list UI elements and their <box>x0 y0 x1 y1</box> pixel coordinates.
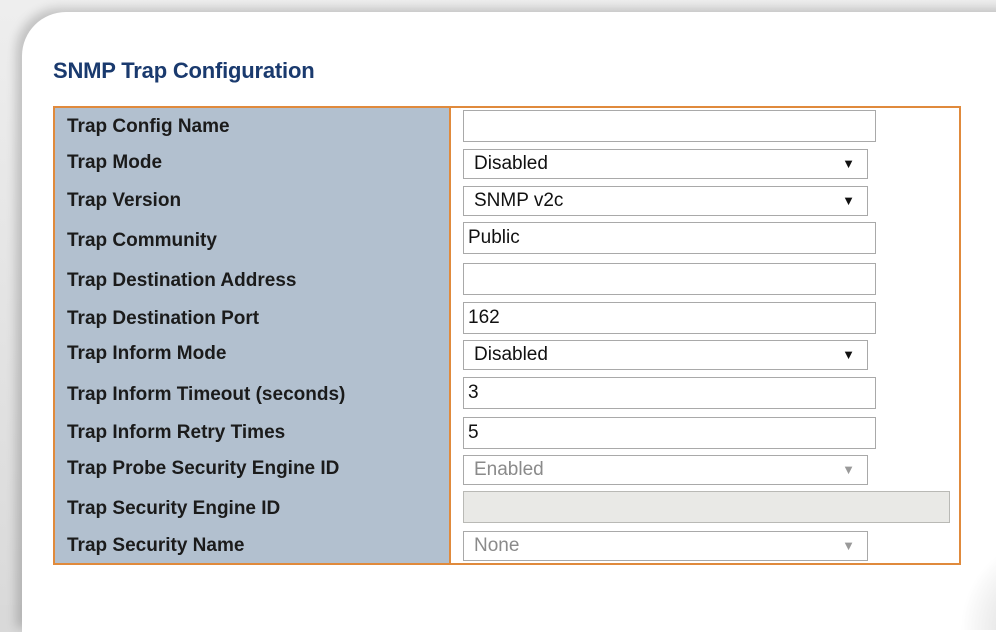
trap-inform-retry-times-input[interactable]: 5 <box>463 417 876 449</box>
trap-destination-address-input[interactable] <box>463 263 876 295</box>
row-trap-inform-retry-times: Trap Inform Retry Times 5 <box>55 414 959 452</box>
row-trap-destination-port: Trap Destination Port 162 <box>55 300 959 338</box>
snmp-trap-config-table: Trap Config Name Trap Mode Disabled ▼ Tr… <box>53 106 961 565</box>
page-title: SNMP Trap Configuration <box>53 58 315 83</box>
row-trap-inform-mode: Trap Inform Mode Disabled ▼ <box>55 338 959 374</box>
chevron-down-icon: ▼ <box>842 462 855 477</box>
trap-probe-security-engine-id-value: Enabled <box>474 459 544 480</box>
trap-config-name-input[interactable] <box>463 110 876 142</box>
row-trap-security-name: Trap Security Name None ▼ <box>55 528 959 563</box>
row-trap-version: Trap Version SNMP v2c ▼ <box>55 184 959 220</box>
trap-config-name-label: Trap Config Name <box>67 116 230 137</box>
chevron-down-icon: ▼ <box>842 156 855 171</box>
trap-security-engine-id-label: Trap Security Engine ID <box>67 498 281 519</box>
trap-version-label: Trap Version <box>67 190 182 211</box>
trap-inform-timeout-input[interactable]: 3 <box>463 377 876 409</box>
trap-inform-mode-label: Trap Inform Mode <box>67 343 227 364</box>
trap-version-select[interactable]: SNMP v2c ▼ <box>463 186 868 216</box>
trap-security-name-select: None ▼ <box>463 531 868 561</box>
trap-inform-retry-times-label: Trap Inform Retry Times <box>67 422 286 443</box>
trap-destination-port-label: Trap Destination Port <box>67 308 260 329</box>
trap-destination-port-input[interactable]: 162 <box>463 302 876 334</box>
row-trap-probe-security-engine-id: Trap Probe Security Engine ID Enabled ▼ <box>55 452 959 488</box>
trap-version-value: SNMP v2c <box>474 190 564 211</box>
chevron-down-icon: ▼ <box>842 538 855 553</box>
row-trap-inform-timeout: Trap Inform Timeout (seconds) 3 <box>55 374 959 414</box>
trap-destination-address-label: Trap Destination Address <box>67 270 297 291</box>
row-trap-mode: Trap Mode Disabled ▼ <box>55 146 959 184</box>
trap-mode-value: Disabled <box>474 153 548 174</box>
trap-probe-security-engine-id-label: Trap Probe Security Engine ID <box>67 458 340 479</box>
trap-security-name-label: Trap Security Name <box>67 535 245 556</box>
row-trap-community: Trap Community Public <box>55 220 959 260</box>
trap-inform-mode-select[interactable]: Disabled ▼ <box>463 340 868 370</box>
row-trap-config-name: Trap Config Name <box>55 108 959 146</box>
trap-community-input[interactable]: Public <box>463 222 876 254</box>
row-trap-destination-address: Trap Destination Address <box>55 260 959 300</box>
row-trap-security-engine-id: Trap Security Engine ID <box>55 488 959 528</box>
trap-mode-select[interactable]: Disabled ▼ <box>463 149 868 179</box>
chevron-down-icon: ▼ <box>842 193 855 208</box>
trap-mode-label: Trap Mode <box>67 152 163 173</box>
trap-inform-mode-value: Disabled <box>474 344 548 365</box>
trap-probe-security-engine-id-select: Enabled ▼ <box>463 455 868 485</box>
trap-inform-timeout-label: Trap Inform Timeout (seconds) <box>67 384 346 405</box>
trap-security-engine-id-input <box>463 491 950 523</box>
chevron-down-icon: ▼ <box>842 347 855 362</box>
trap-community-label: Trap Community <box>67 230 217 251</box>
trap-security-name-value: None <box>474 535 520 556</box>
card-corner-shadow <box>960 540 996 630</box>
